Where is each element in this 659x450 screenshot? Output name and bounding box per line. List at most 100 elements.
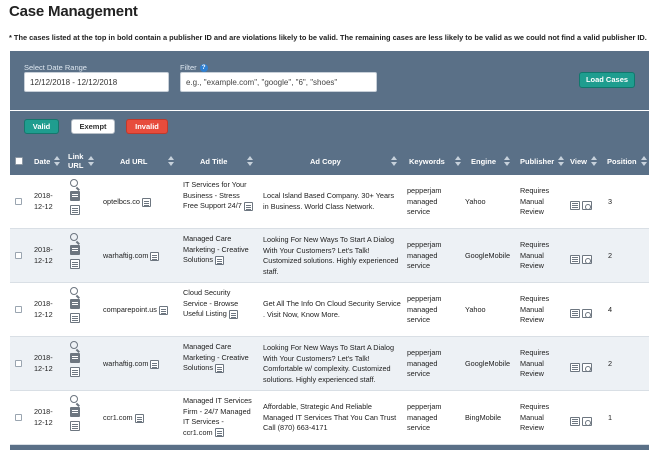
details-icon[interactable]: [70, 313, 80, 323]
grid-view-icon[interactable]: [570, 255, 580, 264]
ad-copy-cell: Looking For New Ways To Start A Dialog W…: [263, 235, 399, 276]
date-range-input[interactable]: 12/12/2018 - 12/12/2018: [24, 72, 169, 92]
load-cases-button[interactable]: Load Cases: [579, 72, 635, 88]
date-cell: 2018-12-12: [34, 191, 53, 211]
select-all-checkbox[interactable]: [15, 147, 23, 175]
grid-view-icon[interactable]: [570, 417, 580, 426]
filter-panel: Select Date Range 12/12/2018 - 12/12/201…: [10, 51, 649, 110]
column-view[interactable]: View: [570, 147, 598, 175]
column-ad-url[interactable]: Ad URL: [120, 147, 175, 175]
document-icon[interactable]: [150, 251, 160, 261]
invalid-button[interactable]: Invalid: [126, 119, 168, 134]
publisher-cell: Requires Manual Review: [520, 294, 550, 324]
sort-icon[interactable]: [640, 155, 648, 167]
engine-cell: Yahoo: [465, 197, 486, 206]
details-icon[interactable]: [70, 367, 80, 377]
column-ad-copy[interactable]: Ad Copy: [310, 147, 398, 175]
magnifier-icon[interactable]: [70, 341, 78, 349]
table-row[interactable]: 2018-12-12 comparepoint.us Cloud Securit…: [10, 283, 649, 337]
document-icon[interactable]: [141, 197, 151, 207]
document-icon[interactable]: [158, 305, 168, 315]
table-row[interactable]: 2018-12-12 optelbcs.co IT Services for Y…: [10, 175, 649, 229]
sort-icon[interactable]: [454, 155, 462, 167]
publisher-cell: Requires Manual Review: [520, 402, 550, 432]
valid-button[interactable]: Valid: [24, 119, 59, 134]
view-icons: [570, 305, 594, 323]
document-icon[interactable]: [150, 359, 160, 369]
exempt-button[interactable]: Exempt: [71, 119, 115, 134]
column-ad-title[interactable]: Ad Title: [200, 147, 254, 175]
screenshot-icon[interactable]: [70, 245, 80, 255]
details-icon[interactable]: [70, 205, 80, 215]
camera-icon[interactable]: [582, 201, 592, 210]
magnifier-icon[interactable]: [70, 179, 78, 187]
sort-icon[interactable]: [167, 155, 175, 167]
table-row[interactable]: 2018-12-12 ccr1.com Managed IT Services …: [10, 391, 649, 445]
sort-icon[interactable]: [54, 155, 61, 167]
ad-title-cell: Cloud Security Service - Browse Useful L…: [183, 288, 239, 319]
ad-copy-cell: Local Island Based Company. 30+ Years in…: [263, 191, 395, 211]
column-engine[interactable]: Engine: [471, 147, 511, 175]
date-cell: 2018-12-12: [34, 407, 53, 427]
row-checkbox[interactable]: [15, 252, 22, 259]
engine-cell: GoogleMobile: [465, 251, 511, 260]
sort-icon[interactable]: [390, 155, 398, 167]
camera-icon[interactable]: [582, 417, 592, 426]
publisher-cell: Requires Manual Review: [520, 240, 550, 270]
document-icon[interactable]: [228, 309, 238, 319]
sort-icon[interactable]: [504, 155, 511, 167]
filter-input[interactable]: e.g., "example.com", "google", "6", "sho…: [180, 72, 377, 92]
row-checkbox[interactable]: [15, 414, 22, 421]
screenshot-icon[interactable]: [70, 299, 80, 309]
column-publisher[interactable]: Publisher: [520, 147, 565, 175]
column-date[interactable]: Date: [34, 147, 61, 175]
magnifier-icon[interactable]: [70, 287, 78, 295]
view-icons: [570, 359, 594, 377]
magnifier-icon[interactable]: [70, 233, 78, 241]
camera-icon[interactable]: [582, 309, 592, 318]
view-icons: [570, 197, 594, 215]
keywords-cell: pepperjam managed service: [407, 402, 442, 432]
table-header: Date Link URL Ad URL Ad Title Ad Copy Ke…: [10, 147, 649, 175]
row-checkbox[interactable]: [15, 306, 22, 313]
column-position[interactable]: Position: [607, 147, 648, 175]
row-checkbox[interactable]: [15, 198, 22, 205]
document-icon[interactable]: [215, 255, 225, 265]
link-url-icons: [70, 341, 80, 381]
grid-view-icon[interactable]: [570, 363, 580, 372]
sort-icon[interactable]: [247, 155, 254, 167]
details-icon[interactable]: [70, 259, 80, 269]
ad-copy-cell: Affordable, Strategic And Reliable Manag…: [263, 402, 397, 432]
ad-copy-cell: Looking For New Ways To Start A Dialog W…: [263, 343, 394, 384]
position-cell: 2: [608, 359, 613, 368]
document-icon[interactable]: [243, 201, 253, 211]
screenshot-icon[interactable]: [70, 353, 80, 363]
column-keywords[interactable]: Keywords: [409, 147, 462, 175]
page-title: Case Management: [9, 3, 138, 20]
document-icon[interactable]: [214, 428, 224, 438]
engine-cell: BingMobile: [465, 413, 502, 422]
screenshot-icon[interactable]: [70, 407, 80, 417]
camera-icon[interactable]: [582, 255, 592, 264]
magnifier-icon[interactable]: [70, 395, 78, 403]
screenshot-icon[interactable]: [70, 191, 80, 201]
row-checkbox[interactable]: [15, 360, 22, 367]
ad-url-cell: warhaftig.com: [103, 251, 160, 262]
sort-icon[interactable]: [88, 155, 95, 167]
position-cell: 1: [608, 413, 613, 422]
table-row[interactable]: 2018-12-12 warhaftig.com Managed Care Ma…: [10, 337, 649, 391]
keywords-cell: pepperjam managed service: [407, 240, 442, 270]
keywords-cell: pepperjam managed service: [407, 348, 442, 378]
grid-view-icon[interactable]: [570, 309, 580, 318]
details-icon[interactable]: [70, 421, 80, 431]
column-link-url[interactable]: Link URL: [68, 147, 98, 175]
camera-icon[interactable]: [582, 363, 592, 372]
document-icon[interactable]: [134, 413, 144, 423]
sort-icon[interactable]: [590, 155, 598, 167]
sort-icon[interactable]: [558, 155, 565, 167]
document-icon[interactable]: [215, 363, 225, 373]
help-icon[interactable]: ?: [199, 64, 208, 73]
link-url-icons: [70, 179, 80, 219]
table-row[interactable]: 2018-12-12 warhaftig.com Managed Care Ma…: [10, 229, 649, 283]
grid-view-icon[interactable]: [570, 201, 580, 210]
